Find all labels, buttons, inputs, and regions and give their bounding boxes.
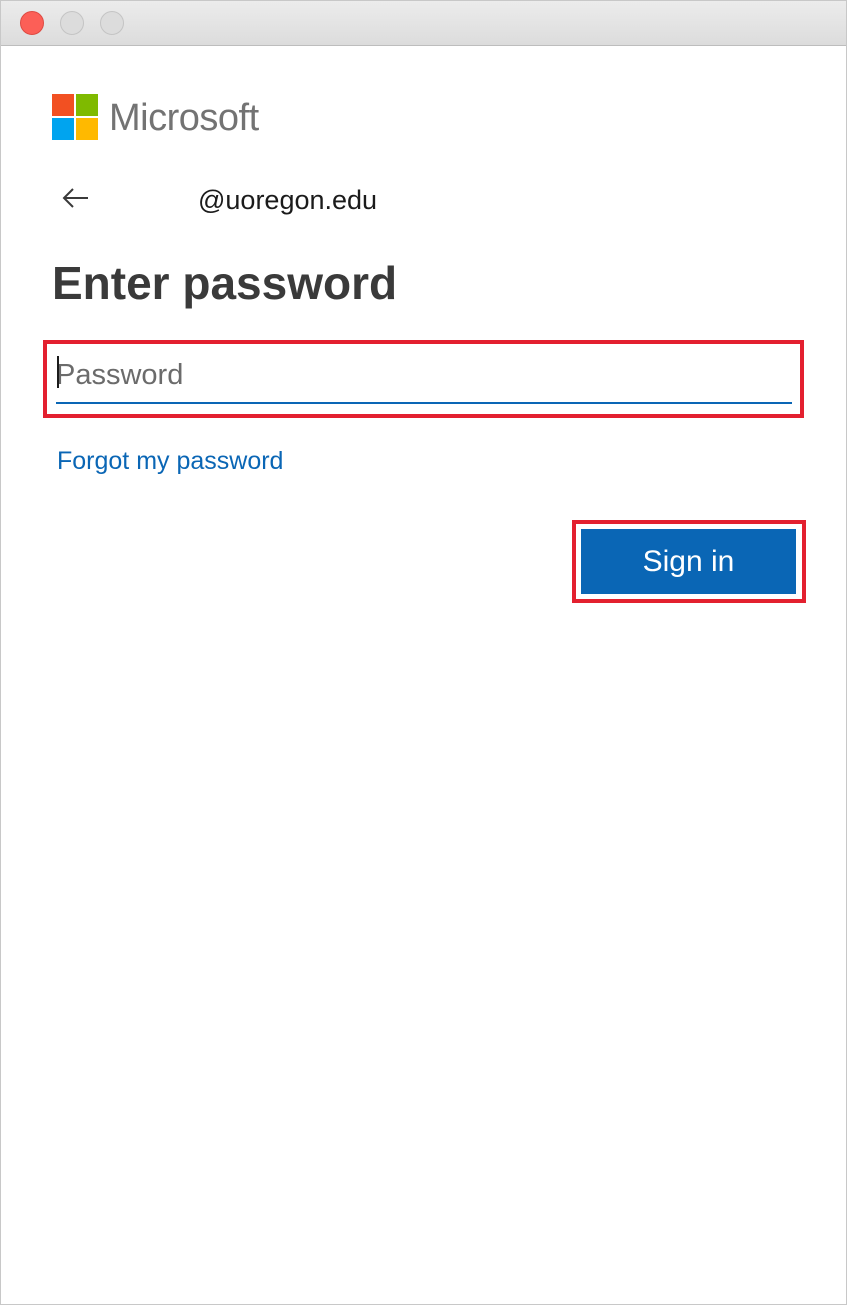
sign-in-content: Microsoft @uoregon.edu Enter password Fo… <box>1 46 846 1304</box>
text-caret <box>57 356 59 388</box>
minimize-window-button[interactable] <box>60 11 84 35</box>
title-bar <box>1 1 846 46</box>
password-input[interactable] <box>56 348 792 404</box>
microsoft-logo-icon <box>52 94 98 140</box>
account-identity: @uoregon.edu <box>198 185 378 215</box>
arrow-left-icon <box>62 188 88 208</box>
back-button[interactable] <box>55 180 95 216</box>
page-title: Enter password <box>52 257 398 309</box>
sign-in-button[interactable]: Sign in <box>581 529 796 594</box>
forgot-password-link[interactable]: Forgot my password <box>57 444 283 478</box>
zoom-window-button[interactable] <box>100 11 124 35</box>
close-window-button[interactable] <box>20 11 44 35</box>
sign-in-window: Microsoft @uoregon.edu Enter password Fo… <box>0 0 847 1305</box>
microsoft-wordmark: Microsoft <box>109 97 259 139</box>
